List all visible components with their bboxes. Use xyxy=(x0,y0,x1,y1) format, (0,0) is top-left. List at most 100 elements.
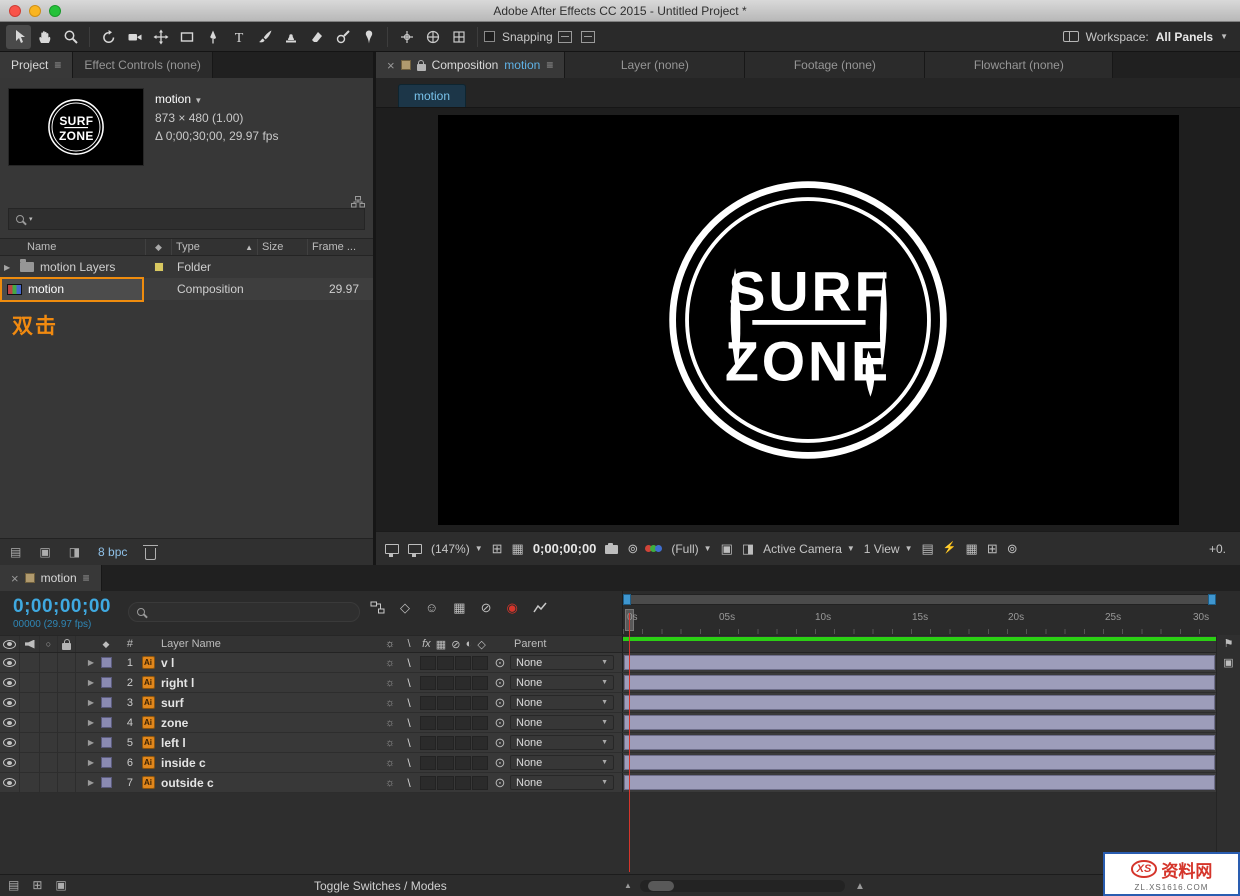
rectangle-tool-icon[interactable] xyxy=(174,25,199,49)
collapse-switch[interactable]: ☼ xyxy=(380,693,400,712)
parent-dropdown[interactable]: None▼ xyxy=(510,755,614,770)
camera-dropdown[interactable]: Active Camera ▼ xyxy=(763,542,855,556)
column-name[interactable]: Name xyxy=(0,239,146,255)
workspace-dropdown[interactable]: All Panels xyxy=(1156,30,1213,44)
fx-switch-header-icon[interactable]: fx xyxy=(422,638,431,650)
label-color-chip[interactable] xyxy=(154,262,164,272)
comp-marker-bin-icon[interactable]: ⚑ xyxy=(1224,639,1234,650)
collapse-switch[interactable]: ☼ xyxy=(380,753,400,772)
layer-switches[interactable] xyxy=(418,776,490,790)
layer-name[interactable]: inside c xyxy=(158,753,380,772)
parent-pickwhip-icon[interactable]: ⊙ xyxy=(490,733,510,752)
hand-tool-icon[interactable] xyxy=(32,25,57,49)
layer-solo-toggle[interactable] xyxy=(40,753,58,772)
tab-effect-controls[interactable]: Effect Controls (none) xyxy=(73,52,213,78)
close-icon[interactable]: × xyxy=(387,58,395,73)
layer-lock-toggle[interactable] xyxy=(58,693,76,712)
tab-project[interactable]: Project ≡ xyxy=(0,52,73,78)
parent-pickwhip-icon[interactable]: ⊙ xyxy=(490,773,510,792)
layer-name[interactable]: v l xyxy=(158,653,380,672)
layer-row[interactable]: ▶ 2 Ai right l ☼ \ ⊙ None▼ xyxy=(0,673,1240,693)
interpret-footage-icon[interactable]: ▤ xyxy=(10,545,21,559)
layer-color-label[interactable] xyxy=(98,693,114,712)
resolution-dropdown[interactable]: (Full) ▼ xyxy=(671,542,711,556)
timeline-button-icon[interactable]: ▦ xyxy=(966,542,978,555)
timeline-search-input[interactable] xyxy=(128,602,360,622)
layer-switches[interactable] xyxy=(418,756,490,770)
delete-item-icon[interactable] xyxy=(145,548,156,560)
layer-row[interactable]: ▶ 7 Ai outside c ☼ \ ⊙ None▼ xyxy=(0,773,1240,793)
parent-pickwhip-icon[interactable]: ⊙ xyxy=(490,713,510,732)
layer-lock-toggle[interactable] xyxy=(58,753,76,772)
close-window-button[interactable] xyxy=(9,5,21,17)
layer-lock-toggle[interactable] xyxy=(58,733,76,752)
layer-name[interactable]: left l xyxy=(158,733,380,752)
expand-in-out-pane-icon[interactable]: ⊞ xyxy=(32,878,42,892)
layer-switches[interactable] xyxy=(418,676,490,690)
panel-menu-icon[interactable]: ≡ xyxy=(54,58,61,72)
main-display-icon[interactable] xyxy=(408,544,422,554)
pan-behind-tool-icon[interactable] xyxy=(148,25,173,49)
minimize-window-button[interactable] xyxy=(29,5,41,17)
transparency-grid-icon[interactable]: ◨ xyxy=(742,542,754,555)
layer-color-label[interactable] xyxy=(98,713,114,732)
layer-solo-toggle[interactable] xyxy=(40,713,58,732)
parent-pickwhip-icon[interactable]: ⊙ xyxy=(490,693,510,712)
color-depth-button[interactable]: 8 bpc xyxy=(98,545,127,559)
layer-visibility-toggle[interactable] xyxy=(0,673,20,692)
snap-grid-icon[interactable] xyxy=(581,31,595,43)
selection-tool-icon[interactable] xyxy=(6,25,31,49)
layer-row[interactable]: ▶ 3 Ai surf ☼ \ ⊙ None▼ xyxy=(0,693,1240,713)
time-navigator-handle[interactable] xyxy=(626,595,1213,604)
comp-viewer-tab[interactable]: motion xyxy=(398,84,466,107)
parent-dropdown[interactable]: None▼ xyxy=(510,675,614,690)
layer-visibility-toggle[interactable] xyxy=(0,693,20,712)
layer-visibility-toggle[interactable] xyxy=(0,713,20,732)
parent-column-header[interactable]: Parent xyxy=(510,636,622,652)
layer-audio-toggle[interactable] xyxy=(20,713,40,732)
layer-switches[interactable] xyxy=(418,716,490,730)
frame-blend-header-icon[interactable]: ▦ xyxy=(436,638,446,651)
comp-button-icon[interactable]: ▣ xyxy=(1223,658,1233,669)
layer-name[interactable]: zone xyxy=(158,713,380,732)
camera-tool-icon[interactable] xyxy=(122,25,147,49)
parent-dropdown[interactable]: None▼ xyxy=(510,735,614,750)
layer-name[interactable]: outside c xyxy=(158,773,380,792)
quality-switch[interactable]: \ xyxy=(400,673,418,692)
layer-color-label[interactable] xyxy=(98,673,114,692)
timeline-current-time[interactable]: 0;00;00;00 xyxy=(13,596,111,618)
layer-lock-toggle[interactable] xyxy=(58,713,76,732)
parent-dropdown[interactable]: None▼ xyxy=(510,775,614,790)
quality-switch[interactable]: \ xyxy=(400,653,418,672)
lock-column-header[interactable] xyxy=(58,636,76,652)
lock-icon[interactable] xyxy=(417,64,426,71)
snap-options-icon[interactable] xyxy=(558,31,572,43)
expand-transfer-pane-icon[interactable]: ▣ xyxy=(55,878,66,892)
project-flowchart-icon[interactable] xyxy=(351,196,365,208)
tab-footage[interactable]: Footage (none) xyxy=(745,52,925,78)
layer-expand-arrow[interactable]: ▶ xyxy=(84,753,98,772)
layer-visibility-toggle[interactable] xyxy=(0,753,20,772)
target-region-icon[interactable]: ▣ xyxy=(721,542,733,555)
layer-row[interactable]: ▶ 6 Ai inside c ☼ \ ⊙ None▼ xyxy=(0,753,1240,773)
3d-layer-header-icon[interactable]: ◇ xyxy=(477,638,485,651)
region-of-interest-icon[interactable]: ▦ xyxy=(512,542,524,555)
layer-lock-toggle[interactable] xyxy=(58,653,76,672)
project-search-input[interactable]: ▾ xyxy=(8,208,365,230)
tab-timeline-motion[interactable]: × motion ≡ xyxy=(0,565,102,591)
panel-menu-icon[interactable]: ≡ xyxy=(546,58,553,72)
collapse-switch[interactable]: ☼ xyxy=(380,713,400,732)
layer-duration-bar[interactable] xyxy=(624,735,1215,750)
composition-canvas[interactable]: SURF ZONE xyxy=(438,115,1179,525)
number-column-header[interactable]: # xyxy=(114,636,138,652)
column-type[interactable]: Type ▲ xyxy=(172,239,258,255)
comp-mini-flowchart-icon[interactable] xyxy=(370,601,385,614)
layer-solo-toggle[interactable] xyxy=(40,693,58,712)
zoom-in-timeline-icon[interactable]: ▲ xyxy=(855,881,865,892)
layer-name[interactable]: right l xyxy=(158,673,380,692)
panel-menu-icon[interactable]: ≡ xyxy=(83,571,90,585)
layer-visibility-toggle[interactable] xyxy=(0,653,20,672)
chevron-down-icon[interactable]: ▼ xyxy=(194,96,202,105)
layer-expand-arrow[interactable]: ▶ xyxy=(84,673,98,692)
layer-lock-toggle[interactable] xyxy=(58,673,76,692)
